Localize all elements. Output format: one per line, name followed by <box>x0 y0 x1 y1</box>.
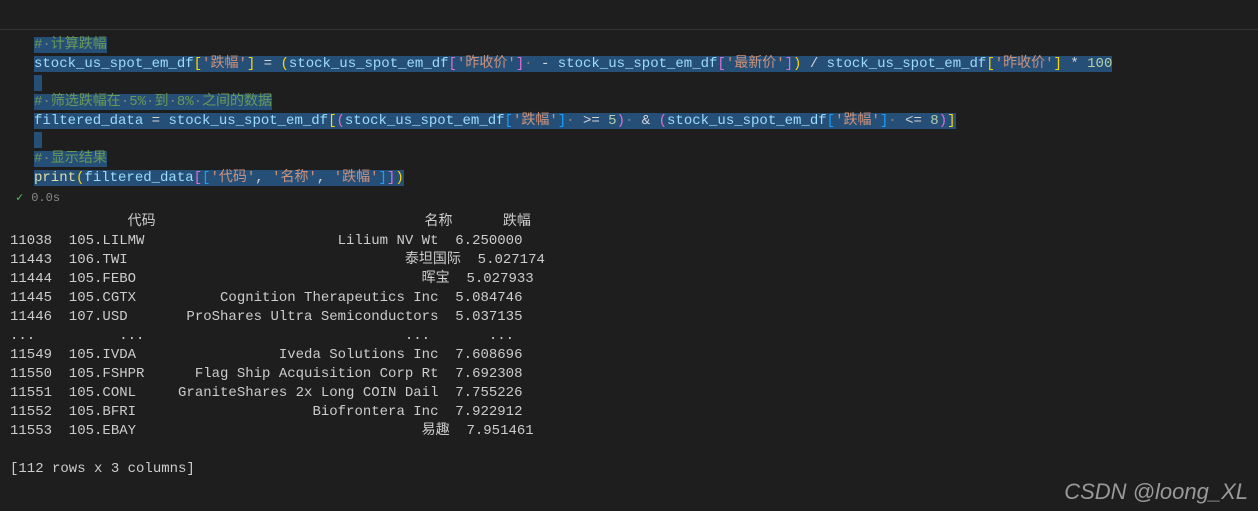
bracket-close: ] <box>247 56 255 72</box>
str-prev: '昨收价' <box>457 56 516 72</box>
bracket-close: ] <box>379 170 387 186</box>
code-line-6: print(filtered_data[['代码', '名称', '跌幅']]) <box>34 169 1248 188</box>
bracket-close: ] <box>1054 56 1062 72</box>
str-drop: '跌幅' <box>513 113 558 129</box>
str-name: '名称' <box>272 170 317 186</box>
str-drop: '跌幅' <box>202 56 247 72</box>
bracket-close: ] <box>947 113 955 129</box>
output-block: 代码 名称 跌幅 11038 105.LILMW Lilium NV Wt 6.… <box>0 209 1258 479</box>
var-filtered: filtered_data <box>34 113 143 129</box>
var-df: stock_us_spot_em_df <box>168 113 328 129</box>
execution-status: ✓ 0.0s <box>0 188 1258 209</box>
str-prev: '昨收价' <box>995 56 1054 72</box>
str-drop: '跌幅' <box>835 113 880 129</box>
code-blank-2 <box>34 131 1248 150</box>
num-5: 5 <box>608 113 616 129</box>
execution-time: 0.0s <box>31 191 60 205</box>
paren-close: ) <box>395 170 403 186</box>
code-cell[interactable]: #·计算跌幅 stock_us_spot_em_df['跌幅'] = (stoc… <box>0 30 1258 188</box>
eq: = <box>255 56 280 72</box>
comma: , <box>317 170 334 186</box>
comment-text: 筛选跌幅在 <box>51 94 121 110</box>
whitespace-dot: · <box>194 94 202 110</box>
paren-open: ( <box>336 113 344 129</box>
comment-text: 计算跌幅 <box>51 37 107 53</box>
var-filtered: filtered_data <box>84 170 193 186</box>
var-df: stock_us_spot_em_df <box>558 56 718 72</box>
ge: >= <box>575 113 609 129</box>
comment-between: 之间的数据 <box>202 94 272 110</box>
whitespace-dot: · <box>42 151 50 167</box>
func-print: print <box>34 170 76 186</box>
code-line-4: filtered_data = stock_us_spot_em_df[(sto… <box>34 112 1248 131</box>
bracket-open: [ <box>717 56 725 72</box>
code-line-5: #·显示结果 <box>34 150 1248 169</box>
bracket-open: [ <box>827 113 835 129</box>
var-df: stock_us_spot_em_df <box>34 56 194 72</box>
str-drop: '跌幅' <box>334 170 379 186</box>
var-df: stock_us_spot_em_df <box>289 56 449 72</box>
str-code: '代码' <box>210 170 255 186</box>
whitespace-dot: · <box>42 37 50 53</box>
bracket-close: ] <box>516 56 524 72</box>
bracket-close: ] <box>558 113 566 129</box>
whitespace-dot: · <box>121 94 129 110</box>
paren-open: ( <box>280 56 288 72</box>
comma: , <box>255 170 272 186</box>
num-8: 8 <box>930 113 938 129</box>
comment-to: 到 <box>154 94 168 110</box>
var-df: stock_us_spot_em_df <box>827 56 987 72</box>
and: & <box>633 113 658 129</box>
bracket-open: [ <box>449 56 457 72</box>
bracket-close: ] <box>785 56 793 72</box>
mul: * <box>1062 56 1087 72</box>
code-line-1: #·计算跌幅 <box>34 36 1248 55</box>
code-line-3: #·筛选跌幅在·5%·到·8%·之间的数据 <box>34 93 1248 112</box>
whitespace-dot: · <box>42 94 50 110</box>
bracket-open: [ <box>194 56 202 72</box>
code-line-2: stock_us_spot_em_df['跌幅'] = (stock_us_sp… <box>34 55 1248 74</box>
var-df: stock_us_spot_em_df <box>345 113 505 129</box>
comment-5: 5% <box>129 94 146 110</box>
bracket-open: [ <box>505 113 513 129</box>
div: / <box>801 56 826 72</box>
whitespace-dot: · <box>566 113 574 129</box>
eq: = <box>143 113 168 129</box>
paren-open: ( <box>659 113 667 129</box>
check-icon: ✓ <box>16 190 23 205</box>
bracket-open: [ <box>194 170 202 186</box>
whitespace-dot: · <box>168 94 176 110</box>
top-bar <box>0 0 1258 30</box>
minus: - <box>533 56 558 72</box>
comment-8: 8% <box>177 94 194 110</box>
var-df: stock_us_spot_em_df <box>667 113 827 129</box>
str-latest: '最新价' <box>726 56 785 72</box>
paren-close: ) <box>939 113 947 129</box>
comment-text: 显示结果 <box>51 151 107 167</box>
whitespace-dot: · <box>524 56 532 72</box>
watermark: CSDN @loong_XL <box>1064 479 1248 505</box>
whitespace-dot: · <box>888 113 896 129</box>
le: <= <box>897 113 931 129</box>
code-blank-1 <box>34 74 1248 93</box>
num-100: 100 <box>1087 56 1112 72</box>
bracket-open: [ <box>986 56 994 72</box>
paren-close: ) <box>617 113 625 129</box>
